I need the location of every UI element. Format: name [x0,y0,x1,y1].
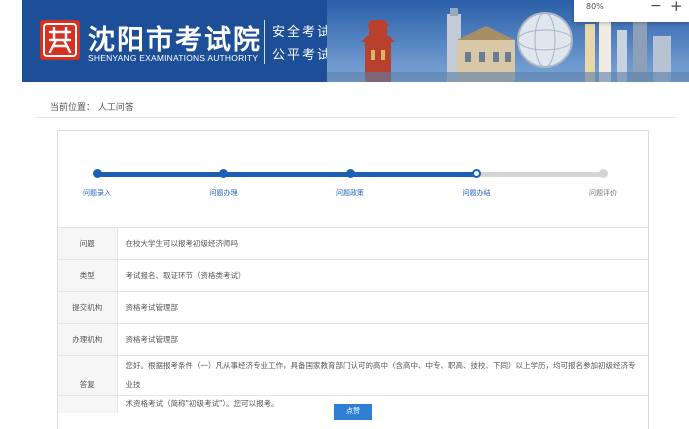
slogan-safe: 安全考试 [272,25,333,40]
answer-label: 答复 [58,355,118,413]
zoom-level: 80% [586,2,604,11]
site-logo[interactable] [40,20,80,60]
progress-step-label: 问题办结 [462,189,491,197]
answer-value: 您好。根据报考条件（一）凡从事经济专业工作，具备国家教育部门认可的高中（含高中、… [117,355,648,413]
site-title: 沈阳市考试院 [88,25,262,56]
slogan-fair: 公平考试 [272,48,333,63]
zoom-in-button[interactable]: + [670,0,683,15]
progress-step-node [345,169,355,178]
progress-step-node [219,169,228,178]
answer-line-1: 您好。根据报考条件（一）凡从事经济专业工作，具备国家教育部门认可的高中（含高中、… [125,361,636,389]
handle-org-label: 办理机构 [58,323,118,356]
qa-detail-panel: 问题录入 问题办理 问题政策 问题办结 问题评价 问题 在校大学生可以报考初级经济师吗 … [57,130,649,429]
zoom-popup: 80% − + [574,0,689,22]
site-subtitle: SHENYANG EXAMINATIONS AUTHORITY [88,53,259,63]
table-bottom-divider [58,395,648,396]
progress-step-node [598,169,608,178]
submit-org-value: 资格考试管理部 [117,291,648,324]
question-detail-table: 问题 在校大学生可以报考初级经济师吗 类型 考试报名、取证环节（资格类考试） 提… [58,227,648,413]
type-label: 类型 [58,259,118,292]
progress-step-label: 问题办理 [209,189,238,197]
question-label: 问题 [58,227,118,260]
breadcrumb-divider [36,117,676,118]
type-value: 考试报名、取证环节（资格类考试） [117,259,648,292]
breadcrumb: 当前位置： 人工问答 [50,103,134,113]
table-row: 提交机构 资格考试管理部 [58,291,648,324]
zoom-out-button[interactable]: − [650,0,662,14]
table-row: 办理机构 资格考试管理部 [58,323,648,356]
table-row: 类型 考试报名、取证环节（资格类考试） [58,259,648,292]
progress-step-label: 问题录入 [83,189,111,197]
like-button[interactable]: 点赞 [334,404,372,420]
progress-step-label: 问题政策 [336,189,364,197]
progress-step-label: 问题评价 [589,189,617,197]
table-row: 问题 在校大学生可以报考初级经济师吗 [58,227,648,260]
answer-line-2: 术资格考试（简称"初级考试"）。您可以报考。 [125,399,279,408]
progress-fill [95,172,478,177]
handle-org-value: 资格考试管理部 [117,323,648,356]
progress-step-node [472,169,481,178]
question-value: 在校大学生可以报考初级经济师吗 [117,227,648,260]
submit-org-label: 提交机构 [58,291,118,324]
exam-seal-icon [43,23,77,57]
header-divider [264,20,265,64]
progress-step-node [92,169,102,178]
